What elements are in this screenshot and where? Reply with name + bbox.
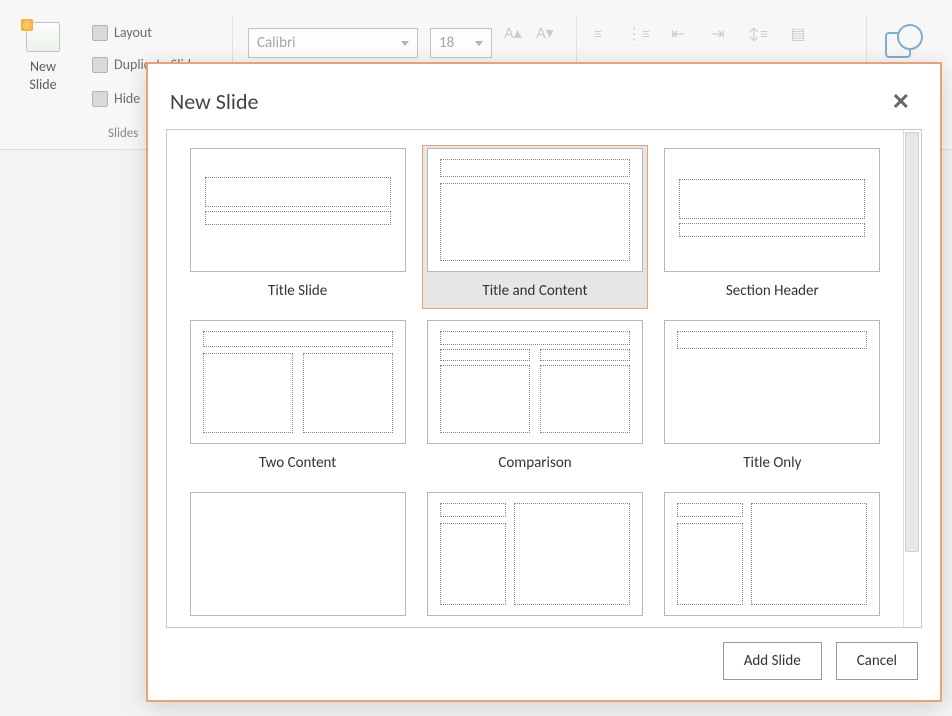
paragraph-controls: ≡ ⋮≡ ⇤ ⇥ ↕≡ ▤	[586, 22, 810, 46]
close-button[interactable]: ✕	[884, 84, 918, 119]
font-name-select[interactable]: Calibri	[248, 28, 418, 58]
layout-thumbnail	[664, 492, 880, 616]
layout-title-slide[interactable]: Title Slide	[186, 146, 410, 308]
chevron-down-icon	[401, 41, 409, 46]
hide-slide-button[interactable]: Hide	[86, 86, 146, 111]
layout-thumbnail	[190, 320, 406, 444]
scrollbar-thumb[interactable]	[905, 132, 919, 552]
layout-label: Two Content	[188, 444, 408, 478]
scrollbar[interactable]	[903, 130, 921, 627]
shapes-icon	[885, 24, 923, 58]
text-direction-icon[interactable]: ▤	[786, 22, 810, 46]
hide-label: Hide	[114, 90, 140, 107]
add-slide-button[interactable]: Add Slide	[723, 642, 822, 680]
dialog-title: New Slide	[170, 88, 258, 115]
layout-thumbnail	[427, 148, 643, 272]
increase-indent-icon[interactable]: ⇥	[706, 22, 730, 46]
numbering-icon[interactable]: ⋮≡	[626, 22, 650, 46]
layout-two-content[interactable]: Two Content	[186, 318, 410, 480]
chevron-down-icon	[475, 41, 483, 46]
new-slide-button[interactable]: New Slide	[18, 22, 68, 94]
dialog-header: New Slide ✕	[148, 64, 940, 129]
layout-content-with-caption[interactable]	[423, 490, 647, 618]
line-spacing-icon[interactable]: ↕≡	[746, 22, 770, 46]
font-size-select[interactable]: 18	[430, 28, 492, 58]
layout-thumbnail	[664, 320, 880, 444]
hide-icon	[92, 91, 108, 107]
layout-icon	[92, 25, 108, 41]
layout-title-and-content[interactable]: Title and Content	[423, 146, 647, 308]
layout-label: Comparison	[425, 444, 645, 478]
cancel-button[interactable]: Cancel	[836, 642, 918, 680]
layout-thumbnail	[190, 148, 406, 272]
increase-font-icon[interactable]: A▴	[502, 22, 524, 44]
layout-section-header[interactable]: Section Header	[660, 146, 884, 308]
layout-label: Layout	[114, 24, 152, 41]
font-name-value: Calibri	[257, 34, 296, 52]
slides-group-label: Slides	[108, 126, 138, 141]
font-size-controls: A▴ A▾	[502, 22, 556, 44]
layout-button[interactable]: Layout	[86, 20, 158, 45]
layout-gallery: Title Slide Title and Content Section He…	[166, 129, 922, 628]
new-slide-dialog: New Slide ✕ Title Slide T	[146, 62, 942, 702]
bullets-icon[interactable]: ≡	[586, 22, 610, 46]
layout-label: Title Only	[662, 444, 882, 478]
new-slide-icon	[26, 22, 60, 52]
decrease-indent-icon[interactable]: ⇤	[666, 22, 690, 46]
dialog-footer: Add Slide Cancel	[148, 628, 940, 700]
layout-gallery-viewport: Title Slide Title and Content Section He…	[167, 130, 903, 627]
decrease-font-icon[interactable]: A▾	[534, 22, 556, 44]
layout-comparison[interactable]: Comparison	[423, 318, 647, 480]
layout-thumbnail	[664, 148, 880, 272]
layout-blank[interactable]	[186, 490, 410, 618]
new-slide-label-2: Slide	[18, 76, 68, 94]
layout-label: Section Header	[662, 272, 882, 306]
layout-thumbnail	[427, 492, 643, 616]
layout-title-only[interactable]: Title Only	[660, 318, 884, 480]
new-slide-label-1: New	[18, 58, 68, 76]
layout-thumbnail	[427, 320, 643, 444]
font-size-value: 18	[439, 34, 454, 52]
layout-label: Title and Content	[425, 272, 645, 306]
layout-thumbnail	[190, 492, 406, 616]
layout-label: Title Slide	[188, 272, 408, 306]
duplicate-icon	[92, 57, 108, 73]
layout-picture-with-caption[interactable]	[660, 490, 884, 618]
